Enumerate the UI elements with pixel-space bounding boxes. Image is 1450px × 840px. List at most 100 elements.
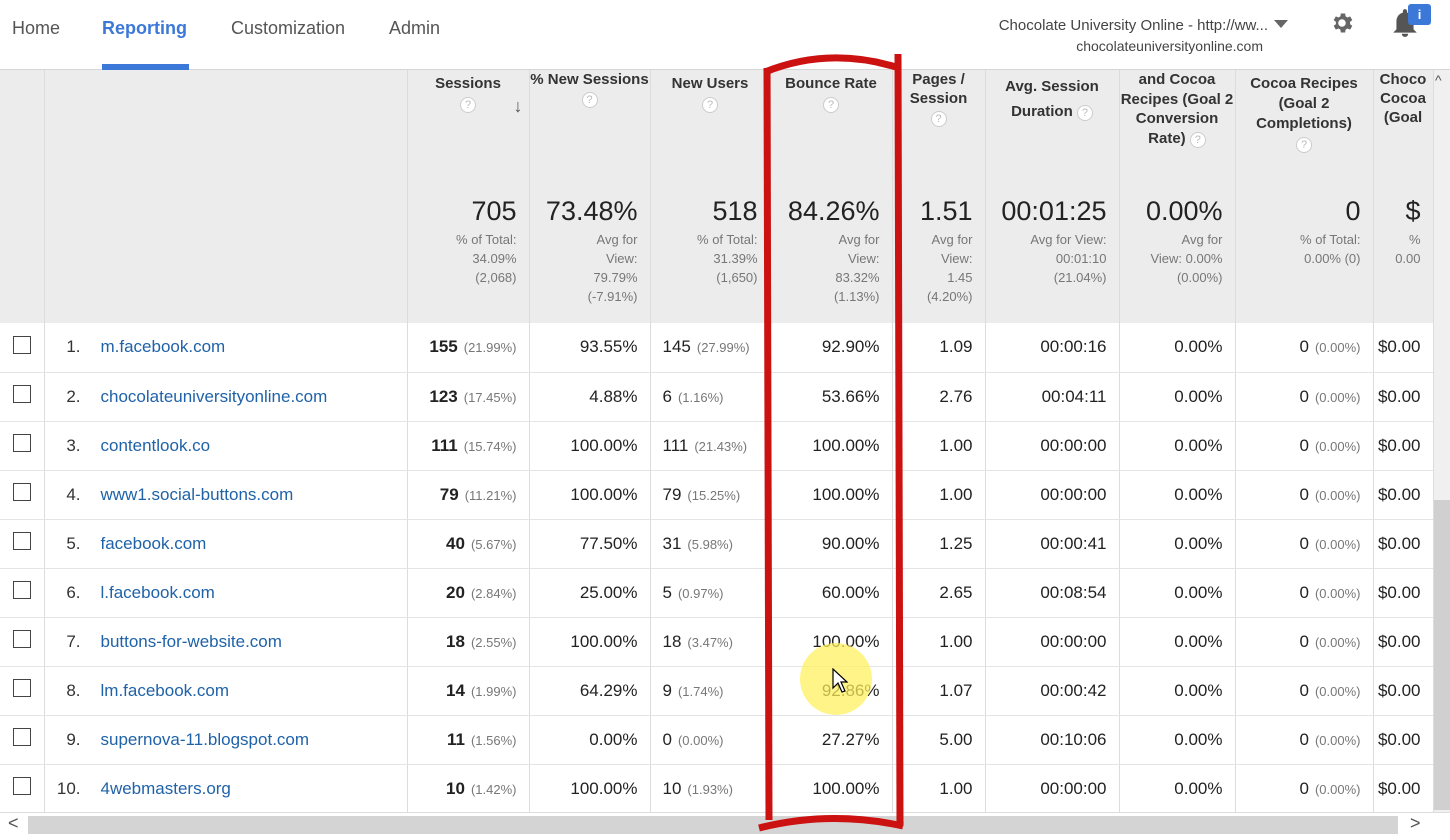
completions-pct: (0.00%) <box>1314 536 1361 552</box>
header-goal-value[interactable]: Choco Cocoa (Goal <box>1373 70 1434 180</box>
goal2-completions-cell: 0 (0.00%) <box>1235 568 1374 618</box>
help-icon[interactable]: ? <box>581 92 598 108</box>
total-pages-session: 1.51 Avg for View: 1.45 (4.20%) <box>892 180 986 323</box>
new-users-pct: (1.74%) <box>677 683 724 699</box>
scroll-right-icon[interactable]: > <box>1410 813 1421 834</box>
sessions-pct: (15.74%) <box>463 438 517 454</box>
completions-value: 0 <box>1299 435 1309 455</box>
goal2-completions-cell: 0 (0.00%) <box>1235 715 1374 765</box>
bounce-rate-cell: 100.00% <box>770 470 893 520</box>
help-icon[interactable]: ? <box>1076 105 1093 121</box>
header-bounce-rate[interactable]: Bounce Rate ? <box>770 70 893 180</box>
gear-icon[interactable] <box>1329 10 1355 36</box>
row-checkbox[interactable] <box>12 679 31 697</box>
pct-new-sessions-cell: 0.00% <box>529 715 651 765</box>
goal2-completions-cell: 0 (0.00%) <box>1235 519 1374 569</box>
row-checkbox[interactable] <box>12 385 31 403</box>
new-users-value: 79 <box>662 484 682 504</box>
scroll-left-icon[interactable]: < <box>8 813 19 834</box>
help-icon[interactable]: ? <box>930 111 947 127</box>
new-users-cell: 10 (1.93%) <box>650 764 771 814</box>
notification-badge[interactable]: i <box>1408 4 1431 25</box>
header-avg-session-duration[interactable]: Avg. Session Duration ? <box>985 70 1120 180</box>
help-icon[interactable]: ? <box>702 97 718 113</box>
sessions-cell: 155 (21.99%) <box>407 323 530 373</box>
header-pct-new-sessions[interactable]: % New Sessions ? <box>529 70 651 180</box>
new-users-cell: 31 (5.98%) <box>650 519 771 569</box>
row-rank: 10. <box>56 778 81 798</box>
row-rank: 9. <box>66 729 81 749</box>
bounce-rate-cell: 100.00% <box>770 421 893 471</box>
row-rank: 2. <box>66 386 81 406</box>
source-link[interactable]: m.facebook.com <box>101 337 226 356</box>
row-checkbox-cell <box>0 519 45 569</box>
source-link[interactable]: facebook.com <box>101 534 207 553</box>
table-header-row: Sessions ? ↓ % New Sessions ? New Users … <box>0 70 1434 180</box>
scroll-up-icon[interactable]: ^ <box>1435 72 1442 88</box>
tab-customization[interactable]: Customization <box>231 18 345 39</box>
row-checkbox[interactable] <box>12 483 31 501</box>
totals-blank <box>0 180 45 323</box>
goal2-completions-cell: 0 (0.00%) <box>1235 470 1374 520</box>
sessions-value: 11 <box>446 729 465 749</box>
goal2-completions-cell: 0 (0.00%) <box>1235 666 1374 716</box>
source-cell: 5. facebook.com <box>44 519 408 569</box>
chevron-down-icon[interactable] <box>1274 20 1288 28</box>
source-link[interactable]: supernova-11.blogspot.com <box>101 730 310 749</box>
source-link[interactable]: lm.facebook.com <box>101 681 230 700</box>
header-new-users[interactable]: New Users ? <box>650 70 771 180</box>
vertical-scroll-thumb[interactable] <box>1434 500 1450 810</box>
source-link[interactable]: buttons-for-website.com <box>101 632 282 651</box>
row-checkbox[interactable] <box>12 581 31 599</box>
source-link[interactable]: chocolateuniversityonline.com <box>101 387 328 406</box>
new-users-cell: 18 (3.47%) <box>650 617 771 667</box>
row-checkbox[interactable] <box>12 777 31 795</box>
goal-value-cell: $0.00 <box>1373 470 1434 520</box>
total-new-users: 518% of Total: 31.39% (1,650) <box>650 180 771 323</box>
completions-value: 0 <box>1299 533 1309 553</box>
goal2-conversion-rate-cell: 0.00% <box>1119 421 1236 471</box>
help-icon[interactable]: ? <box>1189 131 1206 148</box>
row-rank: 7. <box>66 631 81 651</box>
completions-value: 0 <box>1299 386 1309 406</box>
row-checkbox[interactable] <box>12 630 31 648</box>
source-link[interactable]: 4webmasters.org <box>101 779 231 798</box>
sessions-pct: (5.67%) <box>470 536 517 552</box>
row-checkbox[interactable] <box>12 434 31 452</box>
pages-session-cell: 2.76 <box>892 372 986 422</box>
goal-value-cell: $0.00 <box>1373 568 1434 618</box>
header-pct-new-sessions-label: % New Sessions <box>530 71 649 88</box>
source-link[interactable]: www1.social-buttons.com <box>101 485 294 504</box>
header-sessions[interactable]: Sessions ? ↓ <box>407 70 530 180</box>
help-icon[interactable]: ? <box>1296 137 1312 153</box>
new-users-value: 6 <box>662 386 672 406</box>
help-icon[interactable]: ? <box>823 97 839 113</box>
avg-session-duration-cell: 00:00:16 <box>985 323 1120 373</box>
header-pages-session-label: Pages / Session <box>909 71 968 107</box>
new-users-cell: 145 (27.99%) <box>650 323 771 373</box>
header-goal2-conversion-rate[interactable]: and Cocoa Recipes (Goal 2 Conversion Rat… <box>1119 70 1236 180</box>
totals-blank <box>44 180 408 323</box>
row-checkbox[interactable] <box>12 532 31 550</box>
account-selector[interactable]: Chocolate University Online - http://ww.… <box>983 16 1268 56</box>
help-icon[interactable]: ? <box>460 97 476 113</box>
sessions-value: 10 <box>446 778 465 798</box>
header-goal2-completions[interactable]: Cocoa Recipes (Goal 2 Completions) ? <box>1235 70 1374 180</box>
pct-new-sessions-cell: 100.00% <box>529 764 651 814</box>
row-checkbox[interactable] <box>12 335 31 354</box>
tab-admin[interactable]: Admin <box>389 18 440 39</box>
row-checkbox[interactable] <box>12 728 31 746</box>
row-checkbox-cell <box>0 568 45 618</box>
source-link[interactable]: contentlook.co <box>101 436 211 455</box>
new-users-cell: 0 (0.00%) <box>650 715 771 765</box>
new-users-value: 145 <box>662 337 691 357</box>
horizontal-scroll-thumb[interactable] <box>28 816 1398 834</box>
new-users-value: 18 <box>662 631 682 651</box>
pages-session-cell: 1.09 <box>892 323 986 373</box>
tab-home[interactable]: Home <box>12 18 60 39</box>
tab-reporting[interactable]: Reporting <box>102 18 187 39</box>
header-pages-session[interactable]: Pages / Session ? <box>892 70 986 180</box>
source-link[interactable]: l.facebook.com <box>101 583 215 602</box>
new-users-pct: (0.97%) <box>677 585 724 601</box>
row-rank: 8. <box>66 680 81 700</box>
